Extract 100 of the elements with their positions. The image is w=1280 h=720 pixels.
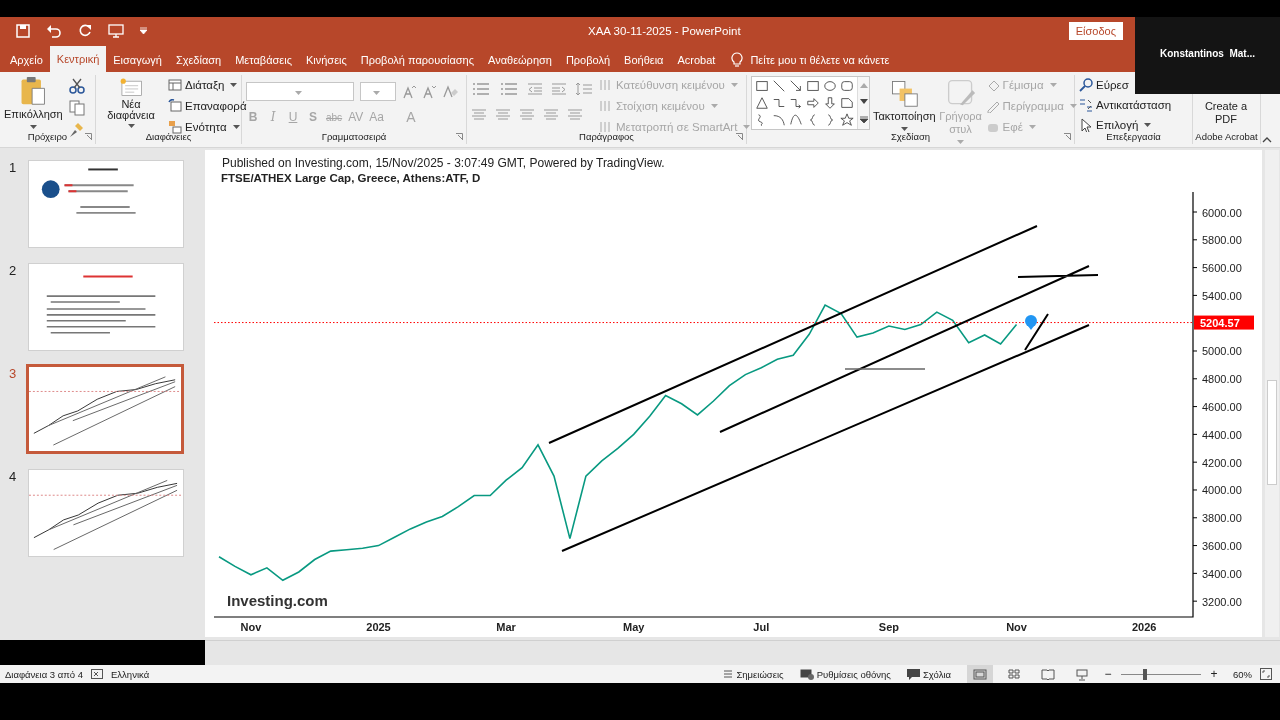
text-box-icon[interactable] bbox=[755, 79, 769, 93]
dialog-launcher-icon[interactable] bbox=[1064, 133, 1071, 140]
ribbon-tab[interactable]: Αρχείο bbox=[3, 48, 50, 72]
star-icon[interactable] bbox=[840, 113, 854, 127]
format-painter-icon[interactable] bbox=[68, 122, 85, 138]
elbow-connector-icon[interactable] bbox=[772, 96, 786, 110]
marker-icon bbox=[1025, 315, 1037, 330]
command-button[interactable]: Επαναφορά bbox=[168, 97, 247, 115]
font-size-field[interactable] bbox=[360, 82, 396, 101]
axis-label: 4600.00 bbox=[1202, 401, 1242, 414]
ribbon-tab[interactable]: Μεταβάσεις bbox=[228, 48, 299, 72]
normal-view-icon bbox=[972, 667, 988, 681]
line-spacing-icon[interactable] bbox=[575, 82, 593, 96]
sign-in-button[interactable]: Είσοδος bbox=[1068, 21, 1123, 40]
ribbon-tab[interactable]: Βοήθεια bbox=[617, 48, 671, 72]
line-icon[interactable] bbox=[772, 79, 786, 93]
grow-font-icon[interactable] bbox=[402, 84, 416, 99]
zoom-slider-thumb[interactable] bbox=[1143, 668, 1147, 680]
ribbon-tab[interactable]: Σχεδίαση bbox=[168, 48, 229, 72]
copy-icon[interactable] bbox=[68, 100, 85, 116]
ribbon-tab[interactable]: Προβολή παρουσίασης bbox=[353, 48, 481, 72]
down-arrow-icon[interactable] bbox=[823, 96, 837, 110]
elbow-arrow-icon[interactable] bbox=[789, 96, 803, 110]
presentation-icon[interactable] bbox=[108, 23, 124, 38]
arrow-icon[interactable] bbox=[789, 79, 803, 93]
group-label: Γραμματοσειρά bbox=[321, 131, 387, 142]
command-button[interactable]: Αντικατάσταση bbox=[1079, 96, 1172, 114]
fit-to-window-icon[interactable] bbox=[1260, 668, 1272, 680]
undo-icon[interactable] bbox=[46, 23, 62, 38]
zoom-out-button[interactable]: − bbox=[1103, 667, 1113, 681]
display-settings-button[interactable]: Ρυθμίσεις οθόνης bbox=[799, 668, 891, 680]
scroll-down-icon[interactable] bbox=[859, 99, 868, 105]
command-button[interactable]: Διάταξη bbox=[168, 76, 238, 94]
caret-icon bbox=[743, 124, 751, 129]
comments-button[interactable]: Σχόλια bbox=[906, 668, 951, 680]
ribbon-tab[interactable]: Κεντρική bbox=[49, 46, 107, 72]
more-icon[interactable] bbox=[859, 116, 868, 124]
shape-icon[interactable] bbox=[840, 96, 854, 110]
zoom-level[interactable]: 60% bbox=[1233, 668, 1252, 680]
arc-icon[interactable] bbox=[772, 113, 786, 127]
font-field[interactable] bbox=[246, 82, 354, 101]
slide-thumbnail[interactable] bbox=[26, 364, 184, 454]
rectangle-icon[interactable] bbox=[806, 79, 820, 93]
chart-header: Published on Investing.com, 15/Nov/2025 - 3:07:49 GMT, Powered by TradingView. bbox=[222, 156, 665, 170]
customize-icon[interactable] bbox=[140, 27, 147, 34]
ribbon-tab[interactable]: Εισαγωγή bbox=[106, 48, 169, 72]
command-button[interactable]: Επιλογή bbox=[1079, 116, 1152, 134]
ribbon-tab[interactable]: Αναθεώρηση bbox=[481, 48, 559, 72]
cut-icon[interactable] bbox=[68, 78, 85, 94]
axis-label: 2025 bbox=[366, 621, 391, 633]
axis-label: 3800.00 bbox=[1202, 512, 1242, 525]
paste-button[interactable]: Επικόλληση bbox=[4, 76, 63, 129]
dialog-launcher-icon[interactable] bbox=[456, 133, 463, 140]
new-slide-button[interactable]: Νέα διαφάνεια bbox=[100, 76, 162, 128]
create-pdf-button[interactable]: Create a PDF bbox=[1201, 100, 1251, 126]
slide-number: 2 bbox=[9, 263, 17, 280]
axis-label: Nov bbox=[1006, 621, 1027, 633]
arrange-button[interactable]: Τακτοποίηση bbox=[873, 76, 936, 131]
caret-icon bbox=[127, 124, 135, 128]
shapes-gallery[interactable] bbox=[751, 76, 870, 130]
right-arrow-icon[interactable] bbox=[806, 96, 820, 110]
zoom-in-button[interactable]: + bbox=[1209, 667, 1219, 681]
rounded-rectangle-icon[interactable] bbox=[840, 79, 854, 93]
group-label: Πρόχειρο bbox=[27, 131, 68, 142]
ribbon-tab[interactable]: Κινήσεις bbox=[298, 48, 354, 72]
bullets-icon[interactable] bbox=[471, 82, 491, 96]
notes-button[interactable]: Σημειώσεις bbox=[723, 668, 784, 680]
collapse-ribbon-icon[interactable] bbox=[1262, 137, 1272, 143]
redo-icon[interactable] bbox=[78, 23, 92, 38]
axis-label: 3200.00 bbox=[1202, 595, 1242, 608]
chart-title: FTSE/ATHEX Large Cap, Greece, Athens:ATF, D bbox=[221, 172, 481, 184]
numbering-icon[interactable] bbox=[499, 82, 519, 96]
view-button[interactable] bbox=[967, 665, 993, 683]
save-icon[interactable] bbox=[16, 23, 30, 38]
vertical-scrollbar[interactable] bbox=[1265, 150, 1279, 637]
slide-number: 3 bbox=[9, 366, 17, 383]
ribbon-tab[interactable]: Προβολή bbox=[558, 48, 618, 72]
group-label: Σχεδίαση bbox=[890, 131, 931, 142]
shrink-font-icon[interactable] bbox=[422, 84, 436, 99]
command-button[interactable]: Εύρεσ bbox=[1079, 76, 1129, 94]
curve-icon[interactable] bbox=[789, 113, 803, 127]
new-slide-icon bbox=[120, 76, 142, 98]
axis-label: 4400.00 bbox=[1202, 428, 1242, 441]
caret-icon bbox=[29, 125, 37, 129]
slideshow-icon bbox=[1074, 667, 1090, 681]
ribbon-tab[interactable]: Acrobat bbox=[670, 48, 723, 72]
notes-icon bbox=[723, 669, 734, 679]
clear-format-icon[interactable] bbox=[442, 84, 458, 99]
scroll-up-icon[interactable] bbox=[859, 82, 868, 88]
dialog-launcher-icon[interactable] bbox=[85, 133, 92, 140]
scroll-thumb[interactable] bbox=[1267, 380, 1277, 485]
language-label[interactable]: Ελληνικά bbox=[111, 668, 150, 680]
triangle-icon[interactable] bbox=[755, 96, 769, 110]
ref-line-label: 5204.57 bbox=[1200, 317, 1240, 330]
tell-me-field[interactable]: Πείτε μου τι θέλετε να κάνετε bbox=[750, 54, 890, 66]
oval-icon[interactable] bbox=[823, 79, 837, 93]
dialog-launcher-icon[interactable] bbox=[736, 133, 743, 140]
spelling-icon[interactable] bbox=[91, 669, 103, 679]
caret-icon bbox=[900, 127, 908, 131]
caret-icon bbox=[1069, 103, 1077, 108]
